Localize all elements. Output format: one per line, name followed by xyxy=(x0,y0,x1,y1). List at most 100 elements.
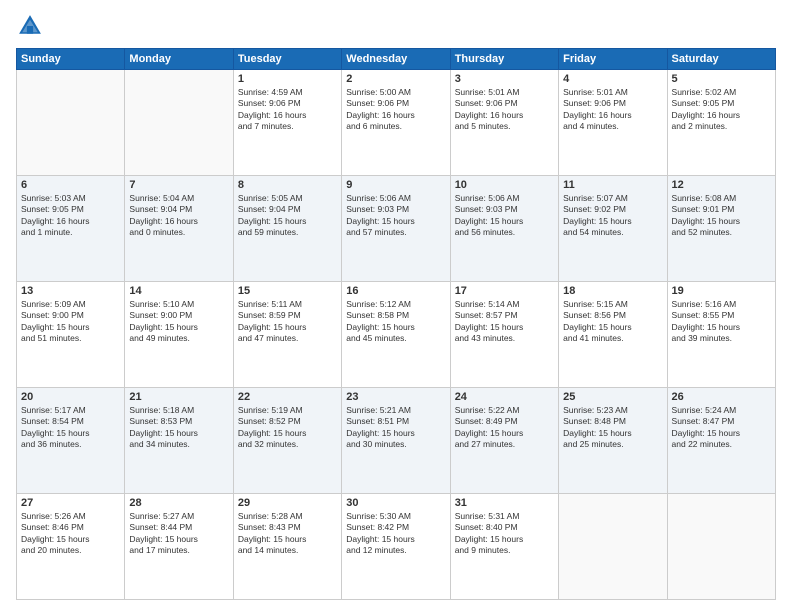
calendar-cell: 3Sunrise: 5:01 AM Sunset: 9:06 PM Daylig… xyxy=(450,70,558,176)
calendar-cell: 11 Sunrise: 5:07 AM Sunset: 9:02 PM Dayli… xyxy=(559,176,667,282)
cell-info: Sunrise: 5:28 AM Sunset: 8:43 PM Dayligh… xyxy=(238,511,337,557)
calendar-cell: 15 Sunrise: 5:11 AM Sunset: 8:59 PM Dayli… xyxy=(233,282,341,388)
cell-info: Sunrise: 5:22 AM Sunset: 8:49 PM Dayligh… xyxy=(455,405,554,451)
weekday-header-row: SundayMondayTuesdayWednesdayThursdayFrid… xyxy=(17,49,776,70)
logo-icon xyxy=(16,12,44,40)
cell-info: Sunrise: 5:17 AM Sunset: 8:54 PM Dayligh… xyxy=(21,405,120,451)
weekday-header-tuesday: Tuesday xyxy=(233,49,341,70)
day-number: 6 xyxy=(21,179,120,191)
cell-info: Sunrise: 5:06 AM Sunset: 9:03 PM Dayligh… xyxy=(455,193,554,239)
day-number: 17 xyxy=(455,285,554,297)
day-number: 3 xyxy=(455,73,554,85)
day-number: 15 xyxy=(238,285,337,297)
cell-info: Sunrise: 5:01 AM Sunset: 9:06 PM Dayligh… xyxy=(563,87,662,133)
calendar-cell: 21 Sunrise: 5:18 AM Sunset: 8:53 PM Dayli… xyxy=(125,388,233,494)
weekday-header-thursday: Thursday xyxy=(450,49,558,70)
cell-info: Sunrise: 5:07 AM Sunset: 9:02 PM Dayligh… xyxy=(563,193,662,239)
day-number: 20 xyxy=(21,391,120,403)
calendar-cell: 8Sunrise: 5:05 AM Sunset: 9:04 PM Daylig… xyxy=(233,176,341,282)
calendar-cell xyxy=(667,494,775,600)
day-number: 11 xyxy=(563,179,662,191)
weekday-header-friday: Friday xyxy=(559,49,667,70)
day-number: 2 xyxy=(346,73,445,85)
cell-info: Sunrise: 5:18 AM Sunset: 8:53 PM Dayligh… xyxy=(129,405,228,451)
day-number: 5 xyxy=(672,73,771,85)
calendar-cell: 17 Sunrise: 5:14 AM Sunset: 8:57 PM Dayli… xyxy=(450,282,558,388)
cell-info: Sunrise: 5:00 AM Sunset: 9:06 PM Dayligh… xyxy=(346,87,445,133)
calendar-cell: 1 Sunrise: 4:59 AM Sunset: 9:06 PM Daylig… xyxy=(233,70,341,176)
calendar-cell: 5 Sunrise: 5:02 AM Sunset: 9:05 PM Daylig… xyxy=(667,70,775,176)
logo xyxy=(16,12,48,40)
calendar-cell xyxy=(125,70,233,176)
day-number: 31 xyxy=(455,497,554,509)
day-number: 4 xyxy=(563,73,662,85)
calendar-week-3: 13Sunrise: 5:09 AM Sunset: 9:00 PM Dayli… xyxy=(17,282,776,388)
calendar-cell: 19 Sunrise: 5:16 AM Sunset: 8:55 PM Dayli… xyxy=(667,282,775,388)
day-number: 27 xyxy=(21,497,120,509)
day-number: 30 xyxy=(346,497,445,509)
cell-info: Sunrise: 5:31 AM Sunset: 8:40 PM Dayligh… xyxy=(455,511,554,557)
cell-info: Sunrise: 5:23 AM Sunset: 8:48 PM Dayligh… xyxy=(563,405,662,451)
day-number: 1 xyxy=(238,73,337,85)
day-number: 28 xyxy=(129,497,228,509)
day-number: 19 xyxy=(672,285,771,297)
calendar-cell: 2 Sunrise: 5:00 AM Sunset: 9:06 PM Daylig… xyxy=(342,70,450,176)
calendar-cell xyxy=(559,494,667,600)
header xyxy=(16,12,776,40)
day-number: 26 xyxy=(672,391,771,403)
cell-info: Sunrise: 5:08 AM Sunset: 9:01 PM Dayligh… xyxy=(672,193,771,239)
cell-info: Sunrise: 4:59 AM Sunset: 9:06 PM Dayligh… xyxy=(238,87,337,133)
calendar-cell: 27 Sunrise: 5:26 AM Sunset: 8:46 PM Dayli… xyxy=(17,494,125,600)
day-number: 23 xyxy=(346,391,445,403)
calendar-cell: 23 Sunrise: 5:21 AM Sunset: 8:51 PM Dayli… xyxy=(342,388,450,494)
calendar-cell xyxy=(17,70,125,176)
calendar-week-4: 20 Sunrise: 5:17 AM Sunset: 8:54 PM Dayli… xyxy=(17,388,776,494)
calendar-cell: 25 Sunrise: 5:23 AM Sunset: 8:48 PM Dayli… xyxy=(559,388,667,494)
cell-info: Sunrise: 5:24 AM Sunset: 8:47 PM Dayligh… xyxy=(672,405,771,451)
calendar-cell: 30 Sunrise: 5:30 AM Sunset: 8:42 PM Dayli… xyxy=(342,494,450,600)
calendar-week-5: 27 Sunrise: 5:26 AM Sunset: 8:46 PM Dayli… xyxy=(17,494,776,600)
day-number: 29 xyxy=(238,497,337,509)
calendar-cell: 14Sunrise: 5:10 AM Sunset: 9:00 PM Dayli… xyxy=(125,282,233,388)
cell-info: Sunrise: 5:14 AM Sunset: 8:57 PM Dayligh… xyxy=(455,299,554,345)
calendar-cell: 12Sunrise: 5:08 AM Sunset: 9:01 PM Dayli… xyxy=(667,176,775,282)
cell-info: Sunrise: 5:02 AM Sunset: 9:05 PM Dayligh… xyxy=(672,87,771,133)
calendar-cell: 10 Sunrise: 5:06 AM Sunset: 9:03 PM Dayli… xyxy=(450,176,558,282)
calendar-cell: 28 Sunrise: 5:27 AM Sunset: 8:44 PM Dayli… xyxy=(125,494,233,600)
cell-info: Sunrise: 5:30 AM Sunset: 8:42 PM Dayligh… xyxy=(346,511,445,557)
cell-info: Sunrise: 5:05 AM Sunset: 9:04 PM Dayligh… xyxy=(238,193,337,239)
calendar-cell: 7Sunrise: 5:04 AM Sunset: 9:04 PM Daylig… xyxy=(125,176,233,282)
cell-info: Sunrise: 5:21 AM Sunset: 8:51 PM Dayligh… xyxy=(346,405,445,451)
cell-info: Sunrise: 5:11 AM Sunset: 8:59 PM Dayligh… xyxy=(238,299,337,345)
calendar-cell: 24 Sunrise: 5:22 AM Sunset: 8:49 PM Dayli… xyxy=(450,388,558,494)
cell-info: Sunrise: 5:12 AM Sunset: 8:58 PM Dayligh… xyxy=(346,299,445,345)
cell-info: Sunrise: 5:26 AM Sunset: 8:46 PM Dayligh… xyxy=(21,511,120,557)
calendar-table: SundayMondayTuesdayWednesdayThursdayFrid… xyxy=(16,48,776,600)
day-number: 18 xyxy=(563,285,662,297)
day-number: 13 xyxy=(21,285,120,297)
cell-info: Sunrise: 5:19 AM Sunset: 8:52 PM Dayligh… xyxy=(238,405,337,451)
cell-info: Sunrise: 5:15 AM Sunset: 8:56 PM Dayligh… xyxy=(563,299,662,345)
weekday-header-wednesday: Wednesday xyxy=(342,49,450,70)
day-number: 14 xyxy=(129,285,228,297)
calendar-cell: 31 Sunrise: 5:31 AM Sunset: 8:40 PM Dayli… xyxy=(450,494,558,600)
day-number: 9 xyxy=(346,179,445,191)
cell-info: Sunrise: 5:27 AM Sunset: 8:44 PM Dayligh… xyxy=(129,511,228,557)
calendar-week-1: 1 Sunrise: 4:59 AM Sunset: 9:06 PM Daylig… xyxy=(17,70,776,176)
day-number: 25 xyxy=(563,391,662,403)
weekday-header-sunday: Sunday xyxy=(17,49,125,70)
cell-info: Sunrise: 5:04 AM Sunset: 9:04 PM Dayligh… xyxy=(129,193,228,239)
day-number: 10 xyxy=(455,179,554,191)
day-number: 21 xyxy=(129,391,228,403)
day-number: 24 xyxy=(455,391,554,403)
calendar-cell: 20 Sunrise: 5:17 AM Sunset: 8:54 PM Dayli… xyxy=(17,388,125,494)
cell-info: Sunrise: 5:16 AM Sunset: 8:55 PM Dayligh… xyxy=(672,299,771,345)
calendar-cell: 22Sunrise: 5:19 AM Sunset: 8:52 PM Dayli… xyxy=(233,388,341,494)
day-number: 16 xyxy=(346,285,445,297)
calendar-cell: 13Sunrise: 5:09 AM Sunset: 9:00 PM Dayli… xyxy=(17,282,125,388)
calendar-cell: 6Sunrise: 5:03 AM Sunset: 9:05 PM Daylig… xyxy=(17,176,125,282)
page: SundayMondayTuesdayWednesdayThursdayFrid… xyxy=(0,0,792,612)
calendar-cell: 29 Sunrise: 5:28 AM Sunset: 8:43 PM Dayli… xyxy=(233,494,341,600)
calendar-cell: 4 Sunrise: 5:01 AM Sunset: 9:06 PM Daylig… xyxy=(559,70,667,176)
weekday-header-monday: Monday xyxy=(125,49,233,70)
